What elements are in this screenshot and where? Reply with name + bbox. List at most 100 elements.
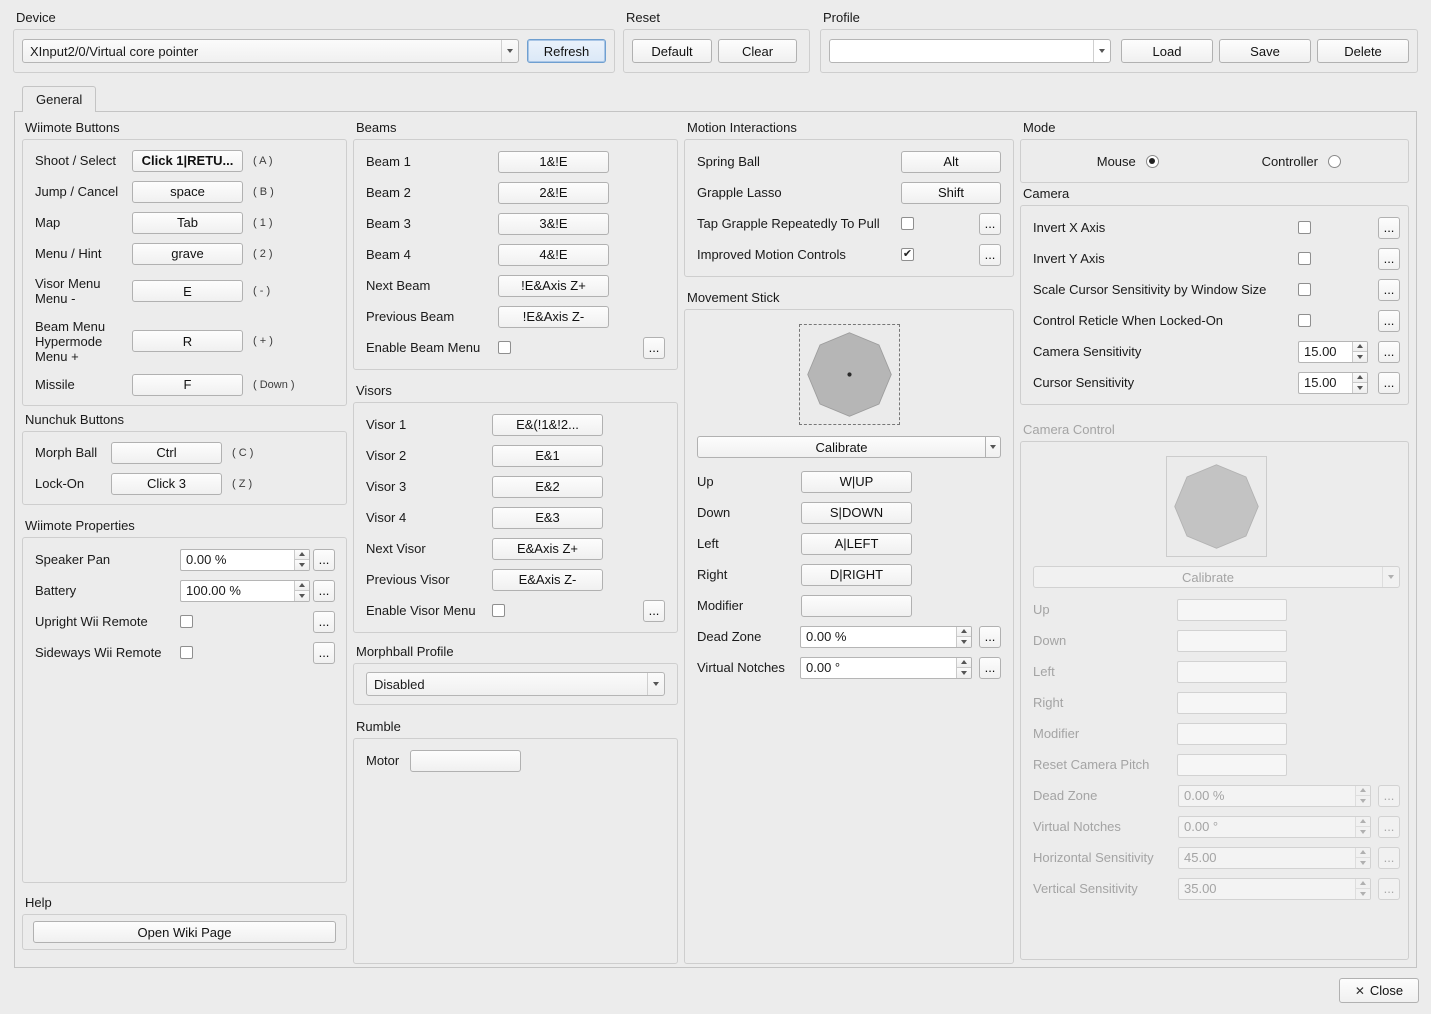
tap-grapple-checkbox[interactable] — [901, 217, 914, 230]
refresh-button[interactable]: Refresh — [527, 39, 606, 63]
stick-up-mapping-button[interactable]: W|UP — [801, 471, 912, 493]
missile-mapping-button[interactable]: F — [132, 374, 243, 396]
enable-beam-menu-advanced-button[interactable]: ... — [643, 337, 665, 359]
camera-sensitivity-advanced-button[interactable]: ... — [1378, 341, 1400, 363]
radio-selected-icon[interactable] — [1146, 155, 1159, 168]
visor-1-mapping-button[interactable]: E&(!1&!2... — [492, 414, 603, 436]
enable-visor-menu-checkbox[interactable] — [492, 604, 505, 617]
menu-hint-mapping-button[interactable]: grave — [132, 243, 243, 265]
improved-motion-advanced-button[interactable]: ... — [979, 244, 1001, 266]
stick-dead-zone-spinbox[interactable]: 0.00 % — [800, 626, 972, 648]
upright-checkbox[interactable] — [180, 615, 193, 628]
radio-unselected-icon[interactable] — [1328, 155, 1341, 168]
stick-right-mapping-button[interactable]: D|RIGHT — [801, 564, 912, 586]
enable-visor-menu-advanced-button[interactable]: ... — [643, 600, 665, 622]
beam-4-mapping-button[interactable]: 4&!E — [498, 244, 609, 266]
jump-cancel-mapping-button[interactable]: space — [132, 181, 243, 203]
spin-up-icon[interactable] — [957, 658, 971, 669]
stick-virtual-notches-spinbox[interactable]: 0.00 ° — [800, 657, 972, 679]
spin-up-icon[interactable] — [957, 627, 971, 638]
open-wiki-page-button[interactable]: Open Wiki Page — [33, 921, 336, 943]
calibrate-dropdown-button[interactable] — [986, 436, 1001, 458]
control-reticle-checkbox[interactable] — [1298, 314, 1311, 327]
grapple-lasso-mapping-button[interactable]: Shift — [901, 182, 1001, 204]
stick-left-mapping-button[interactable]: A|LEFT — [801, 533, 912, 555]
save-button[interactable]: Save — [1219, 39, 1311, 63]
calibrate-button[interactable]: Calibrate — [697, 436, 986, 458]
sideways-checkbox[interactable] — [180, 646, 193, 659]
previous-visor-mapping-button[interactable]: E&Axis Z- — [492, 569, 603, 591]
profile-combobox[interactable] — [829, 39, 1111, 63]
map-mapping-button[interactable]: Tab — [132, 212, 243, 234]
next-beam-mapping-button[interactable]: !E&Axis Z+ — [498, 275, 609, 297]
invert-y-advanced-button[interactable]: ... — [1378, 248, 1400, 270]
visor-3-mapping-button[interactable]: E&2 — [492, 476, 603, 498]
clear-button[interactable]: Clear — [718, 39, 797, 63]
beam-menu-mapping-button[interactable]: R — [132, 330, 243, 352]
stick-down-mapping-button[interactable]: S|DOWN — [801, 502, 912, 524]
delete-button[interactable]: Delete — [1317, 39, 1409, 63]
visor-2-mapping-button[interactable]: E&1 — [492, 445, 603, 467]
default-button[interactable]: Default — [632, 39, 712, 63]
tab-general[interactable]: General — [22, 86, 96, 112]
upright-advanced-button[interactable]: ... — [313, 611, 335, 633]
load-button[interactable]: Load — [1121, 39, 1213, 63]
spin-down-icon[interactable] — [957, 668, 971, 678]
beam-2-mapping-button[interactable]: 2&!E — [498, 182, 609, 204]
device-combobox[interactable]: XInput2/0/Virtual core pointer — [22, 39, 519, 63]
visor-4-label: Visor 4 — [366, 510, 492, 525]
visor-menu-mapping-button[interactable]: E — [132, 280, 243, 302]
wiimote-properties-group: Wiimote Properties Speaker Pan 0.00 % ..… — [22, 518, 347, 883]
spin-up-icon[interactable] — [1353, 373, 1367, 384]
morphball-profile-combobox[interactable]: Disabled — [366, 672, 665, 696]
tap-grapple-advanced-button[interactable]: ... — [979, 213, 1001, 235]
cam-dead-zone-label: Dead Zone — [1033, 788, 1178, 803]
stick-dead-zone-advanced-button[interactable]: ... — [979, 626, 1001, 648]
enable-beam-menu-checkbox[interactable] — [498, 341, 511, 354]
cursor-sensitivity-spinbox[interactable]: 15.00 — [1298, 372, 1368, 394]
stick-modifier-mapping-button[interactable] — [801, 595, 912, 617]
next-visor-mapping-button[interactable]: E&Axis Z+ — [492, 538, 603, 560]
beam-1-mapping-button[interactable]: 1&!E — [498, 151, 609, 173]
morph-ball-mapping-button[interactable]: Ctrl — [111, 442, 222, 464]
motor-mapping-button[interactable] — [410, 750, 521, 772]
mode-option-controller[interactable]: Controller — [1215, 154, 1389, 169]
invert-x-advanced-button[interactable]: ... — [1378, 217, 1400, 239]
improved-motion-checkbox[interactable]: ✔ — [901, 248, 914, 261]
lock-on-mapping-button[interactable]: Click 3 — [111, 473, 222, 495]
spin-down-icon[interactable] — [295, 591, 309, 601]
visor-4-mapping-button[interactable]: E&3 — [492, 507, 603, 529]
battery-advanced-button[interactable]: ... — [313, 580, 335, 602]
camera-sensitivity-spinbox[interactable]: 15.00 — [1298, 341, 1368, 363]
camera-sensitivity-label: Camera Sensitivity — [1033, 344, 1298, 359]
spin-up-icon[interactable] — [1353, 342, 1367, 353]
scale-cursor-advanced-button[interactable]: ... — [1378, 279, 1400, 301]
cam-virtual-notches-label: Virtual Notches — [1033, 819, 1178, 834]
camera-calibration-visualization — [1166, 456, 1267, 557]
invert-y-checkbox[interactable] — [1298, 252, 1311, 265]
stick-calibration-visualization — [799, 324, 900, 425]
scale-cursor-checkbox[interactable] — [1298, 283, 1311, 296]
shoot-select-mapping-button[interactable]: Click 1|RETU... — [132, 150, 243, 172]
previous-beam-label: Previous Beam — [366, 309, 498, 324]
control-reticle-advanced-button[interactable]: ... — [1378, 310, 1400, 332]
spin-down-icon[interactable] — [1353, 352, 1367, 362]
sideways-advanced-button[interactable]: ... — [313, 642, 335, 664]
spring-ball-mapping-button[interactable]: Alt — [901, 151, 1001, 173]
spin-up-icon[interactable] — [295, 581, 309, 592]
previous-beam-mapping-button[interactable]: !E&Axis Z- — [498, 306, 609, 328]
speaker-pan-spinbox[interactable]: 0.00 % — [180, 549, 310, 571]
battery-spinbox[interactable]: 100.00 % — [180, 580, 310, 602]
spin-up-icon[interactable] — [295, 550, 309, 561]
spin-down-icon[interactable] — [1353, 383, 1367, 393]
speaker-pan-advanced-button[interactable]: ... — [313, 549, 335, 571]
mode-option-mouse[interactable]: Mouse — [1041, 154, 1215, 169]
cursor-sensitivity-advanced-button[interactable]: ... — [1378, 372, 1400, 394]
reset-group-body: Default Clear — [623, 29, 810, 73]
stick-virtual-notches-advanced-button[interactable]: ... — [979, 657, 1001, 679]
spin-down-icon[interactable] — [295, 560, 309, 570]
close-button[interactable]: ✕ Close — [1339, 978, 1419, 1003]
spin-down-icon[interactable] — [957, 637, 971, 647]
invert-x-checkbox[interactable] — [1298, 221, 1311, 234]
beam-3-mapping-button[interactable]: 3&!E — [498, 213, 609, 235]
